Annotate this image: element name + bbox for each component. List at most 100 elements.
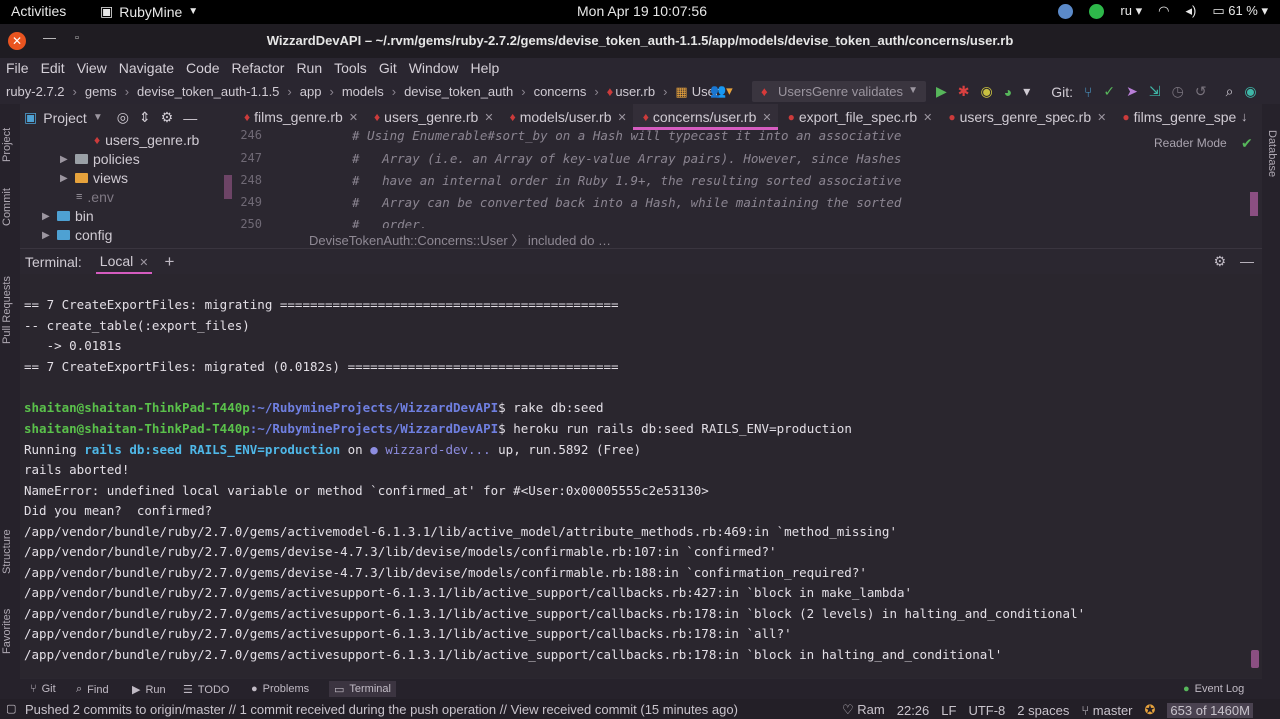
breadcrumb-item[interactable]: user.rb [615,84,655,100]
close-icon[interactable]: ✕ [1097,111,1106,124]
tab-films-genre-spec[interactable]: ● films_genre_spe [1112,104,1242,130]
tree-item[interactable]: ▶ policies [60,151,140,167]
collapse-icon[interactable]: ⇕ [139,109,151,126]
status-message[interactable]: Pushed 2 commits to origin/master // 1 c… [25,702,738,717]
terminal-tab-local[interactable]: Local ✕ [95,250,153,274]
menu-file[interactable]: File [0,58,35,80]
breadcrumb-item[interactable]: gems [85,84,117,100]
menu-view[interactable]: View [71,58,113,80]
tree-item[interactable]: ▶ views [60,170,128,186]
breadcrumb-item[interactable]: concerns [534,84,587,100]
menu-refactor[interactable]: Refactor [226,58,291,80]
tab-database[interactable]: Database [1266,130,1278,177]
tab-films-genre[interactable]: ♦ films_genre.rb ✕ [234,104,364,130]
profile-icon[interactable]: ◕ [1004,84,1012,100]
chevron-right-icon[interactable]: ▶ [42,230,52,241]
close-icon[interactable]: ✕ [618,111,627,124]
git-push-icon[interactable]: ➤ [1126,83,1138,100]
menu-code[interactable]: Code [180,58,225,80]
run-icon[interactable]: ▶ [936,83,947,100]
revert-icon[interactable]: ↺ [1195,83,1207,100]
terminal-output[interactable]: == 7 CreateExportFiles: migrating ======… [20,274,1262,678]
hide-icon[interactable]: — [1240,253,1254,270]
menu-git[interactable]: Git [373,58,403,80]
tool-run[interactable]: ▶ Run [132,683,166,697]
tab-project[interactable]: Project [1,128,13,162]
memory-indicator[interactable]: 653 of 1460M [1167,702,1253,718]
terminal-scrollbar[interactable] [1251,650,1259,668]
tool-todo[interactable]: ☰ TODO [183,683,229,697]
project-scrollbar[interactable] [224,175,232,199]
project-view-selector[interactable]: Project [43,110,87,126]
system-tray[interactable]: ru ▾ ◠ ◂) ▭ 61 % ▾ [1058,3,1268,19]
indent-setting[interactable]: 2 spaces [1017,703,1069,718]
event-icon[interactable]: ✪ [1145,702,1156,718]
menu-window[interactable]: Window [403,58,465,80]
tray-app-icon[interactable] [1058,3,1074,19]
tab-models-user[interactable]: ♦ models/user.rb ✕ [500,104,633,130]
gear-icon[interactable]: ⚙ [1213,253,1226,270]
users-icon[interactable]: 👥▾ [710,83,733,99]
history-icon[interactable]: ◷ [1172,83,1184,100]
debug-icon[interactable]: ✱ [958,83,970,100]
tray-check-icon[interactable] [1089,3,1105,19]
git-pull-icon[interactable]: ⇲ [1149,83,1161,100]
tab-users-genre-spec[interactable]: ● users_genre_spec.rb ✕ [938,104,1112,130]
code-editor[interactable]: 246 # Using Enumerable#sort_by on a Hash… [234,130,1262,230]
tree-item[interactable]: ♦ users_genre.rb [94,132,199,148]
git-branch[interactable]: ⑂ master [1081,703,1132,718]
wifi-icon[interactable]: ◠ [1158,3,1169,19]
run-configuration-selector[interactable]: UsersGenre validates ▼ [752,81,926,102]
volume-icon[interactable]: ◂) [1185,3,1196,19]
close-icon[interactable]: ✕ [139,257,148,269]
clock[interactable]: Mon Apr 19 10:07:56 [577,3,707,19]
chevron-right-icon[interactable]: ▶ [42,211,52,222]
tool-problems[interactable]: ● Problems [251,683,309,695]
close-icon[interactable]: ✕ [484,111,493,124]
coverage-icon[interactable]: ◉ [981,83,993,100]
git-commit-icon[interactable]: ✓ [1103,83,1115,100]
caret-position[interactable]: 22:26 [897,703,930,718]
close-icon[interactable]: ✕ [923,111,932,124]
menu-edit[interactable]: Edit [35,58,71,80]
more-run-icon[interactable]: ▾ [1023,83,1030,100]
reader-mode-toggle[interactable]: Reader Mode [1154,136,1227,150]
tab-concerns-user[interactable]: ♦ concerns/user.rb ✕ [632,104,778,130]
chevron-right-icon[interactable]: ▶ [60,154,70,165]
ram-indicator[interactable]: ♡ Ram [842,702,885,718]
file-encoding[interactable]: UTF-8 [968,703,1005,718]
tab-overflow-icon[interactable]: ↓ [1241,109,1248,124]
tree-item[interactable]: ▶ config [42,227,112,243]
new-terminal-tab-icon[interactable]: + [164,252,174,272]
tree-item[interactable]: ≡ .env [76,189,114,205]
code-breadcrumb[interactable]: DeviseTokenAuth::Concerns::User 〉 includ… [234,228,1262,248]
breadcrumb-item[interactable]: app [300,84,322,100]
tab-users-genre[interactable]: ♦ users_genre.rb ✕ [364,104,500,130]
menu-help[interactable]: Help [465,58,506,80]
tab-pull-requests[interactable]: Pull Requests [1,276,13,344]
chevron-right-icon[interactable]: ▶ [60,173,70,184]
menu-run[interactable]: Run [290,58,328,80]
search-icon[interactable]: ⌕ [1226,83,1234,100]
editor-scrollbar[interactable] [1250,192,1258,216]
hide-icon[interactable]: — [183,110,197,126]
menu-tools[interactable]: Tools [328,58,373,80]
status-toggle-icon[interactable]: ▢ [6,702,16,715]
update-icon[interactable]: ◉ [1244,83,1256,100]
tool-find[interactable]: ⌕ Find [76,683,109,696]
breadcrumb-item[interactable]: devise_token_auth [404,84,513,100]
app-menu[interactable]: ▣ RubyMine ▼ [100,3,198,20]
breadcrumb-item[interactable]: devise_token_auth-1.1.5 [137,84,279,100]
tab-export-file-spec[interactable]: ● export_file_spec.rb ✕ [778,104,939,130]
close-icon[interactable]: ✕ [349,111,358,124]
tab-structure[interactable]: Structure [1,529,13,574]
tool-event-log[interactable]: ● Event Log [1183,683,1244,695]
tab-favorites[interactable]: Favorites [1,609,13,654]
breadcrumb-item[interactable]: models [342,84,384,100]
tree-item[interactable]: ▶ bin [42,208,94,224]
git-update-icon[interactable]: ⑂ [1084,84,1092,100]
tool-terminal[interactable]: ▭ Terminal [329,681,396,697]
chevron-down-icon[interactable]: ▼ [93,112,103,123]
activities-button[interactable]: Activities [11,3,66,19]
keyboard-layout[interactable]: ru ▾ [1120,3,1142,19]
